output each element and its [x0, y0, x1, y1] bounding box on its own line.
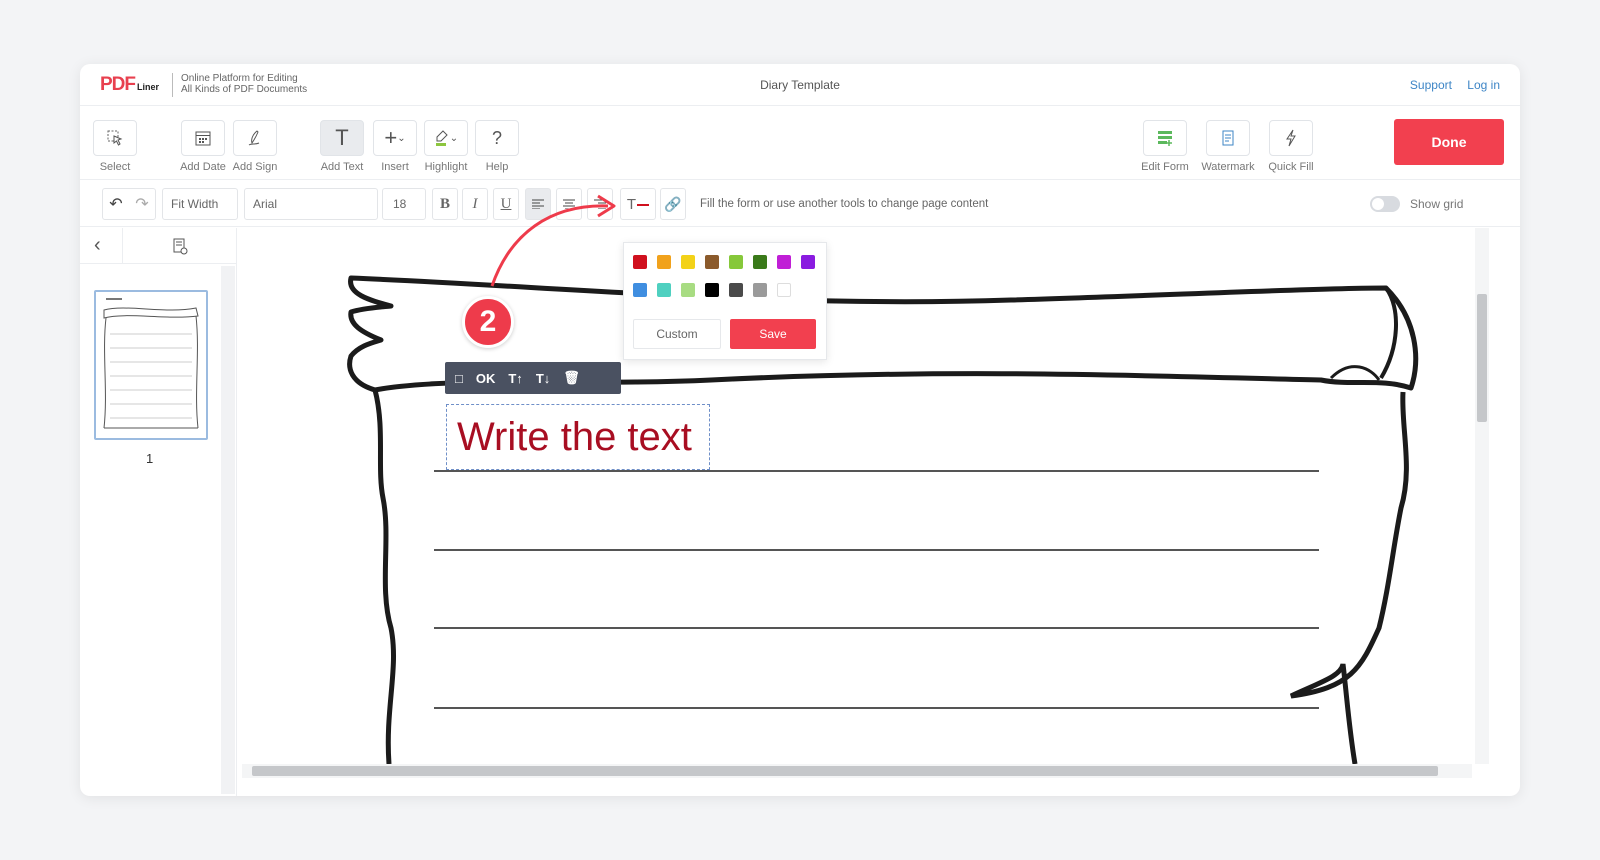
login-link[interactable]: Log in: [1467, 78, 1500, 92]
link-icon: 🔗: [664, 195, 682, 212]
move-select-icon[interactable]: □: [455, 371, 463, 386]
lightning-icon: [1269, 120, 1313, 156]
ok-button[interactable]: OK: [476, 371, 496, 386]
select-icon: [93, 120, 137, 156]
watermark-doc-icon: [1206, 120, 1250, 156]
diary-page-drawing: [347, 275, 1419, 764]
trash-icon[interactable]: 🗑: [563, 370, 580, 386]
chevron-left-icon[interactable]: ‹: [94, 234, 101, 257]
font-size-increase-icon[interactable]: T↑: [508, 371, 522, 386]
show-grid-label: Show grid: [1410, 197, 1464, 211]
watermark-label: Watermark: [1201, 161, 1255, 173]
form-fields-icon: [1143, 120, 1187, 156]
highlight-tool[interactable]: ⌄ Highlight: [419, 120, 473, 173]
app-header: PDF Liner Online Platform for Editing All…: [80, 64, 1520, 106]
support-link[interactable]: Support: [1410, 78, 1452, 92]
color-swatch[interactable]: [801, 255, 815, 269]
sidebar-scrollbar[interactable]: [221, 266, 235, 794]
header-links: Support Log in: [1398, 78, 1500, 92]
text-element-toolbar: □ OK T↑ T↓ 🗑: [445, 362, 621, 394]
page-thumbnail[interactable]: [94, 290, 208, 440]
annotation-arrow: [490, 194, 616, 287]
link-button[interactable]: 🔗: [660, 188, 686, 220]
page-number: 1: [146, 451, 154, 466]
select-label: Select: [99, 161, 131, 173]
redo-icon[interactable]: ↷: [129, 194, 155, 214]
color-swatch[interactable]: [777, 255, 791, 269]
color-swatch[interactable]: [681, 283, 695, 297]
highlight-label: Highlight: [424, 161, 468, 173]
add-sign-label: Add Sign: [232, 161, 278, 173]
quick-fill-tool[interactable]: Quick Fill: [1264, 120, 1318, 173]
color-swatch[interactable]: [657, 283, 671, 297]
edit-form-tool[interactable]: Edit Form: [1138, 120, 1192, 173]
insert-tool[interactable]: + ⌄ Insert: [368, 120, 422, 173]
signature-pen-icon: [233, 120, 277, 156]
vertical-scroll-thumb[interactable]: [1477, 294, 1487, 422]
bold-button[interactable]: B: [432, 188, 458, 220]
help-tool[interactable]: ? Help: [470, 120, 524, 173]
font-size-select[interactable]: 18: [382, 188, 426, 220]
done-button[interactable]: Done: [1394, 119, 1504, 165]
step-number-badge: 2: [462, 296, 514, 348]
undo-redo-group: ↶ ↷: [102, 188, 156, 220]
color-swatch[interactable]: [705, 255, 719, 269]
main-toolbar: Select Add Date Add Sign T Add Text + ⌄ I…: [80, 107, 1520, 180]
page-settings-icon[interactable]: [171, 237, 189, 255]
app-window: PDF Liner Online Platform for Editing All…: [80, 64, 1520, 796]
watermark-tool[interactable]: Watermark: [1201, 120, 1255, 173]
undo-icon[interactable]: ↶: [103, 194, 129, 214]
document-title: Diary Template: [760, 78, 840, 92]
text-element[interactable]: Write the text: [446, 404, 710, 470]
add-date-tool[interactable]: Add Date: [176, 120, 230, 173]
text-t-icon: T: [320, 120, 364, 156]
plus-dropdown-icon: + ⌄: [373, 120, 417, 156]
color-swatch[interactable]: [729, 255, 743, 269]
vertical-scrollbar[interactable]: [1475, 228, 1489, 764]
document-canvas[interactable]: [251, 228, 1475, 764]
horizontal-scrollbar[interactable]: [242, 764, 1472, 778]
custom-color-button[interactable]: Custom: [633, 319, 721, 349]
color-swatch[interactable]: [777, 283, 791, 297]
pages-sidebar: ‹ 1: [80, 228, 237, 796]
hint-text: Fill the form or use another tools to ch…: [700, 198, 989, 210]
add-text-tool[interactable]: T Add Text: [315, 120, 369, 173]
color-picker-popup: Custom Save: [623, 242, 827, 360]
color-swatch[interactable]: [729, 283, 743, 297]
thumbnail-preview: [103, 298, 199, 429]
select-tool[interactable]: Select: [88, 120, 142, 173]
format-toolbar: ↶ ↷ Fit Width Arial 18 B I U T 🔗 Fill th…: [80, 181, 1520, 227]
text-element-content[interactable]: Write the text: [457, 415, 692, 460]
insert-label: Insert: [381, 161, 409, 173]
color-swatch[interactable]: [753, 283, 767, 297]
horizontal-scroll-thumb[interactable]: [252, 766, 1438, 776]
sidebar-header-divider: [122, 228, 123, 264]
add-date-label: Add Date: [180, 161, 226, 173]
zoom-select[interactable]: Fit Width: [162, 188, 238, 220]
color-swatch[interactable]: [657, 255, 671, 269]
quick-fill-label: Quick Fill: [1268, 161, 1314, 173]
help-label: Help: [485, 161, 509, 173]
sidebar-header: ‹: [80, 228, 237, 264]
show-grid-toggle[interactable]: [1370, 196, 1400, 212]
question-mark-icon: ?: [475, 120, 519, 156]
highlighter-icon: ⌄: [424, 120, 468, 156]
add-text-label: Add Text: [320, 161, 364, 173]
calendar-icon: [181, 120, 225, 156]
color-swatch[interactable]: [705, 283, 719, 297]
font-family-select[interactable]: Arial: [244, 188, 378, 220]
save-color-button[interactable]: Save: [730, 319, 816, 349]
add-sign-tool[interactable]: Add Sign: [228, 120, 282, 173]
color-swatch[interactable]: [681, 255, 695, 269]
edit-form-label: Edit Form: [1141, 161, 1189, 173]
font-size-decrease-icon[interactable]: T↓: [536, 371, 550, 386]
color-swatch[interactable]: [753, 255, 767, 269]
